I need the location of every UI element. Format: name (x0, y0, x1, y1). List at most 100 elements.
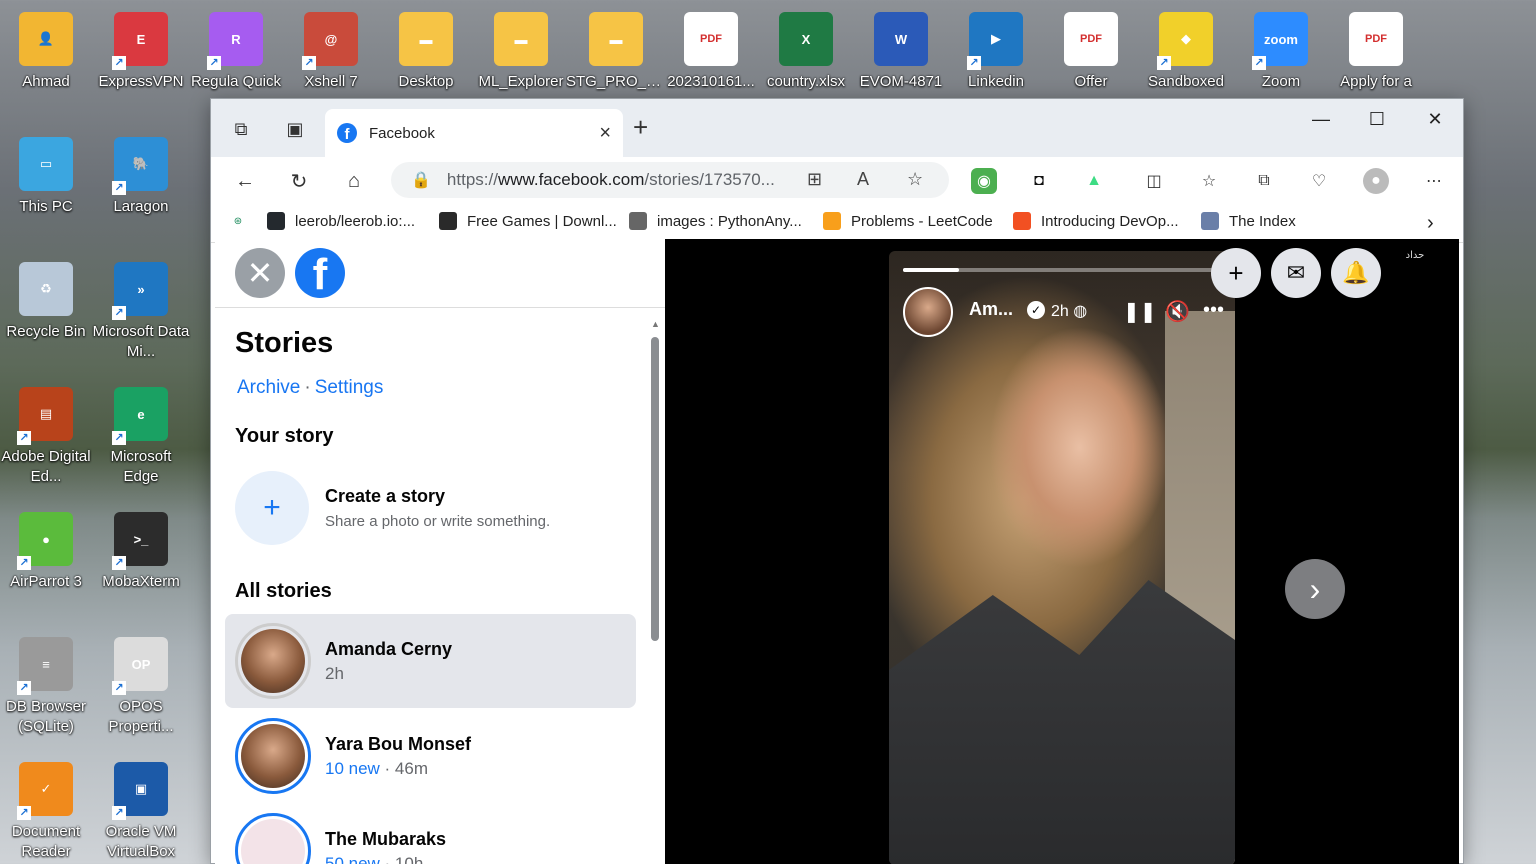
split-screen-icon[interactable]: ◫ (1141, 168, 1167, 194)
favorite-item[interactable]: leerob/leerob.io:... (267, 212, 415, 230)
favorite-star-icon[interactable]: ☆ (907, 169, 923, 190)
chevron-right-icon[interactable]: › (1427, 212, 1434, 235)
desktop-app-glyph: ▶ (991, 31, 1001, 46)
close-stories-button[interactable]: ✕ (235, 248, 285, 298)
favorites-icon[interactable]: ☆ (1196, 168, 1222, 194)
notifications-icon[interactable]: 🔔 (1331, 248, 1381, 298)
story-item[interactable]: The Mubaraks 50 new · 10h (225, 804, 636, 864)
desktop-icon[interactable]: ♻ Recycle Bin (0, 262, 92, 380)
shortcut-arrow-icon: ↗ (302, 56, 316, 70)
desktop-icon[interactable]: OP ↗ OPOS Properti... (95, 637, 187, 755)
shortcut-arrow-icon: ↗ (1252, 56, 1266, 70)
messenger-icon[interactable]: ✉ (1271, 248, 1321, 298)
desktop-app-glyph: 🐘 (132, 156, 150, 171)
avatar-image (241, 629, 305, 693)
refresh-icon[interactable]: ↻ (285, 167, 313, 195)
desktop-icon-label: Oracle VM VirtualBox (105, 823, 177, 860)
python-icon (629, 212, 647, 230)
desktop-icon[interactable]: e ↗ Microsoft Edge (95, 387, 187, 505)
desktop-app-icon: E ↗ (112, 12, 168, 70)
favorite-item[interactable]: Free Games | Downl... (439, 212, 617, 230)
maximize-button[interactable]: ☐ (1357, 109, 1397, 130)
extension-mask-icon[interactable]: ◘ (1026, 168, 1052, 194)
desktop-app-icon: OP ↗ (112, 637, 168, 695)
desktop-icon[interactable]: ▤ ↗ Adobe Digital Ed... (0, 387, 92, 505)
desktop-app-icon: zoom ↗ (1252, 12, 1308, 70)
desktop-icon[interactable]: ▭ This PC (0, 137, 92, 255)
read-aloud-icon[interactable]: A (857, 169, 869, 190)
favorite-item[interactable]: images : PythonAny... (629, 212, 802, 230)
epic-icon (439, 212, 457, 230)
desktop-app-glyph: W (894, 31, 908, 47)
desktop-app-glyph: X (801, 31, 811, 47)
desktop-app-icon: >_ ↗ (112, 512, 168, 570)
desktop-icon[interactable]: » ↗ Microsoft Data Mi... (93, 262, 189, 380)
extension-android-icon[interactable]: ▲ (1081, 168, 1107, 194)
favorite-item[interactable]: Introducing DevOp... (1013, 212, 1179, 230)
mute-icon[interactable]: 🔇 (1165, 299, 1190, 324)
desktop-app-icon: e ↗ (112, 387, 168, 445)
lock-icon[interactable]: 🔒 (411, 170, 431, 190)
tab-actions-icon[interactable]: ▣ (279, 115, 311, 143)
desktop-icon[interactable]: ▣ ↗ Oracle VM VirtualBox (95, 762, 187, 864)
favorite-edge-icon[interactable]: ⊛ (229, 212, 257, 230)
workspaces-icon[interactable]: ⧉ (225, 115, 257, 143)
create-story-button[interactable]: + Create a story Share a photo or write … (235, 471, 550, 545)
desktop-icon-label: OPOS Properti... (108, 698, 174, 735)
shortcut-arrow-icon: ↗ (207, 56, 221, 70)
collections-icon[interactable]: ⧉ (1251, 168, 1277, 194)
extension-globe-icon[interactable]: ◉ (971, 168, 997, 194)
story-author-name[interactable]: Am... (969, 299, 1013, 320)
settings-link[interactable]: Settings (315, 377, 384, 398)
desktop-icon[interactable]: 👤 Ahmad (0, 12, 92, 130)
apps-icon[interactable]: ⊞ (807, 169, 822, 190)
story-new-count: 50 new (325, 853, 380, 864)
sidebar-header: ✕ f (215, 239, 665, 308)
create-button[interactable]: + (1211, 248, 1261, 298)
desktop-icon[interactable]: E ↗ ExpressVPN (95, 12, 187, 130)
create-story-subtitle: Share a photo or write something. (325, 513, 551, 530)
back-icon[interactable]: ← (231, 167, 259, 195)
desktop-icon[interactable]: 🐘 ↗ Laragon (95, 137, 187, 255)
favorite-item[interactable]: The Index (1201, 212, 1296, 230)
story-author: The Mubaraks (325, 828, 447, 849)
pause-icon[interactable]: ❚❚ (1123, 299, 1157, 324)
story-item[interactable]: Amanda Cerny 2h (225, 614, 636, 708)
story-options-icon[interactable]: ••• (1203, 299, 1224, 322)
close-window-button[interactable]: ✕ (1415, 109, 1455, 130)
desktop-app-glyph: » (137, 281, 145, 297)
home-icon[interactable]: ⌂ (340, 167, 368, 195)
desktop-icon[interactable]: ✓ ↗ Document Reader (0, 762, 92, 864)
tab-title: Facebook (369, 124, 435, 142)
sidebar-scrollbar[interactable]: ▲ (649, 319, 661, 864)
address-bar[interactable]: 🔒 https://www.facebook.com/stories/17357… (391, 162, 949, 198)
tab-facebook[interactable]: f Facebook × (325, 109, 623, 157)
desktop-icon-label: Recycle Bin (6, 323, 86, 340)
new-tab-button[interactable]: + (633, 114, 648, 140)
next-story-button[interactable]: › (1285, 559, 1345, 619)
facebook-logo-icon[interactable]: f (295, 248, 345, 298)
scrollbar-thumb[interactable] (651, 337, 659, 641)
desktop-icon-label: Laragon (113, 198, 169, 215)
desktop-app-icon: ✓ ↗ (17, 762, 73, 820)
profile-avatar[interactable]: ● (1363, 168, 1389, 194)
minimize-button[interactable]: — (1301, 109, 1341, 130)
close-tab-icon[interactable]: × (599, 122, 611, 145)
shortcut-arrow-icon: ↗ (17, 431, 31, 445)
story-item[interactable]: Yara Bou Monsef 10 new · 46m (225, 709, 636, 803)
browser-essentials-icon[interactable]: ♡ (1306, 168, 1332, 194)
favorite-item[interactable]: Problems - LeetCode (823, 212, 993, 230)
story-author-avatar[interactable] (903, 287, 953, 337)
desktop-icon[interactable]: ≡ ↗ DB Browser (SQLite) (0, 637, 92, 755)
desktop-app-glyph: PDF (700, 33, 722, 45)
scroll-up-icon[interactable]: ▲ (651, 319, 660, 329)
story-viewer: Am... ✓ 2h ◍ ❚❚ 🔇 ••• + ✉ 🔔 حداد › (665, 239, 1459, 864)
archive-link[interactable]: Archive (237, 377, 300, 398)
desktop-icon[interactable]: ● ↗ AirParrot 3 (0, 512, 92, 630)
desktop-icon[interactable]: >_ ↗ MobaXterm (95, 512, 187, 630)
desktop-app-glyph: PDF (1080, 33, 1102, 45)
desktop-icon-label: Document Reader (11, 823, 81, 860)
more-menu-icon[interactable]: ⋯ (1421, 168, 1447, 194)
desktop-icon-label: Sandboxed (1148, 73, 1224, 90)
shortcut-arrow-icon: ↗ (112, 306, 126, 320)
